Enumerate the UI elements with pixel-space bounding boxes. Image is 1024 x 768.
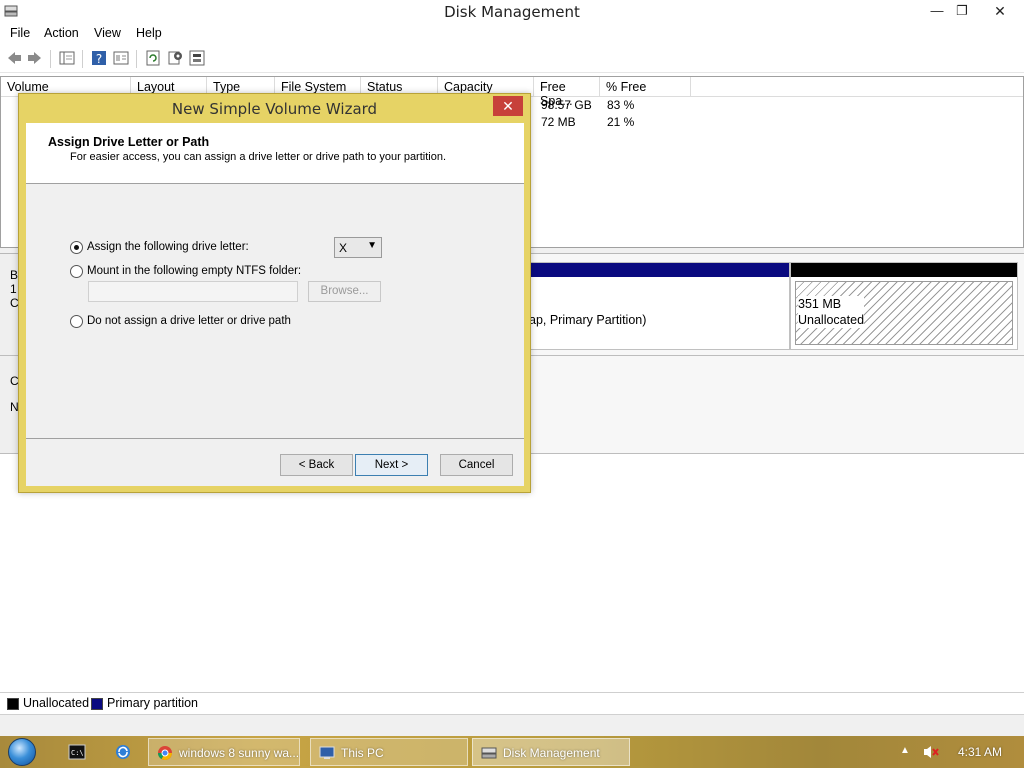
console-tree-icon[interactable]: [58, 49, 76, 67]
percent-free-cell: 83 %: [607, 98, 635, 112]
free-space-cell: 72 MB: [541, 115, 576, 129]
command-prompt-icon[interactable]: C:\: [68, 743, 86, 761]
close-window-button[interactable]: ✕: [978, 0, 1022, 22]
sync-icon[interactable]: [114, 743, 132, 761]
title-bar[interactable]: Disk Management — ❐ ✕: [0, 0, 1024, 24]
percent-free-cell: 21 %: [607, 115, 635, 129]
forward-icon[interactable]: [26, 49, 44, 67]
tray-expand-icon[interactable]: ▲: [900, 745, 910, 756]
refresh-icon[interactable]: [144, 49, 162, 67]
unallocated-block[interactable]: 351 MB Unallocated: [790, 262, 1018, 350]
mount-folder-label[interactable]: Mount in the following empty NTFS folder…: [87, 265, 301, 277]
restore-button[interactable]: ❐: [948, 0, 976, 22]
task-label: This PC: [341, 746, 384, 760]
clock[interactable]: 4:31 AM: [958, 745, 1002, 759]
wizard-page-subtitle: For easier access, you can assign a driv…: [70, 151, 447, 163]
free-space-cell: 98.57 GB: [541, 98, 592, 112]
wizard-separator: [26, 438, 524, 439]
primary-partition-bar: [529, 263, 789, 277]
assign-letter-radio[interactable]: [70, 241, 83, 254]
column-filler: [691, 77, 1023, 97]
browse-button[interactable]: Browse...: [308, 281, 381, 302]
properties-icon[interactable]: [112, 49, 130, 67]
drive-letter-value: X: [339, 241, 348, 255]
taskbar-this-pc-task[interactable]: This PC: [310, 738, 468, 766]
taskbar-disk-management-task[interactable]: Disk Management: [472, 738, 630, 766]
volume-muted-icon[interactable]: [922, 744, 940, 760]
taskbar-chrome-task[interactable]: windows 8 sunny wa...: [148, 738, 300, 766]
mount-folder-radio[interactable]: [70, 265, 83, 278]
legend-unallocated-swatch: [7, 698, 19, 710]
svg-text:?: ?: [96, 52, 102, 66]
wizard-close-button[interactable]: ✕: [493, 96, 523, 116]
status-bar: [0, 714, 1024, 736]
new-simple-volume-wizard: New Simple Volume Wizard ✕ Assign Drive …: [18, 93, 531, 493]
unallocated-bar: [791, 263, 1017, 277]
toolbar-separator: [82, 50, 83, 68]
chrome-icon: [158, 746, 172, 760]
chevron-down-icon: ▼: [367, 240, 377, 251]
unallocated-label: Unallocated: [798, 313, 865, 327]
column-free-space[interactable]: Free Spa...: [534, 77, 600, 108]
back-icon[interactable]: [5, 49, 23, 67]
toolbar-separator: [136, 50, 137, 68]
menu-bar: File Action View Help: [0, 24, 1024, 44]
cancel-button[interactable]: Cancel: [440, 454, 513, 476]
task-label: Disk Management: [503, 746, 600, 760]
start-button[interactable]: [8, 738, 36, 766]
assign-letter-label[interactable]: Assign the following drive letter:: [87, 241, 249, 253]
back-button[interactable]: < Back: [280, 454, 353, 476]
menu-help[interactable]: Help: [136, 26, 162, 40]
help-icon[interactable]: ?: [90, 49, 108, 67]
drive-letter-select[interactable]: X ▼: [334, 237, 382, 258]
this-pc-icon: [319, 746, 335, 759]
primary-partition-text: ap, Primary Partition): [529, 313, 647, 327]
disk-management-icon: [481, 747, 497, 759]
menu-file[interactable]: File: [10, 26, 30, 40]
primary-partition-block[interactable]: ap, Primary Partition): [528, 262, 790, 350]
wizard-header: Assign Drive Letter or Path For easier a…: [26, 123, 524, 184]
svg-text:C:\: C:\: [71, 749, 84, 757]
legend-primary: Primary partition: [107, 696, 198, 710]
settings-icon[interactable]: [166, 49, 184, 67]
column-percent-free[interactable]: % Free: [600, 77, 691, 97]
toolbar-separator: [50, 50, 51, 68]
legend-unallocated: Unallocated: [23, 696, 90, 710]
unallocated-size: 351 MB: [798, 297, 842, 311]
task-label: windows 8 sunny wa...: [179, 746, 300, 760]
no-letter-label[interactable]: Do not assign a drive letter or drive pa…: [87, 315, 291, 327]
disk-properties-icon[interactable]: [188, 49, 206, 67]
wizard-title: New Simple Volume Wizard: [171, 100, 378, 118]
menu-action[interactable]: Action: [44, 26, 79, 40]
legend: Unallocated Primary partition: [0, 692, 1024, 714]
legend-primary-swatch: [91, 698, 103, 710]
unallocated-text: 351 MB Unallocated: [798, 296, 865, 328]
next-button[interactable]: Next >: [355, 454, 428, 476]
window-title: Disk Management: [444, 3, 580, 21]
mount-folder-input[interactable]: [88, 281, 298, 302]
wizard-client-area: Assign Drive Letter or Path For easier a…: [26, 123, 524, 486]
wizard-page-title: Assign Drive Letter or Path: [48, 135, 210, 149]
no-letter-radio[interactable]: [70, 315, 83, 328]
taskbar: C:\ windows 8 sunny wa... This PC Disk M…: [0, 736, 1024, 768]
toolbar: ?: [0, 45, 1024, 73]
menu-view[interactable]: View: [94, 26, 121, 40]
